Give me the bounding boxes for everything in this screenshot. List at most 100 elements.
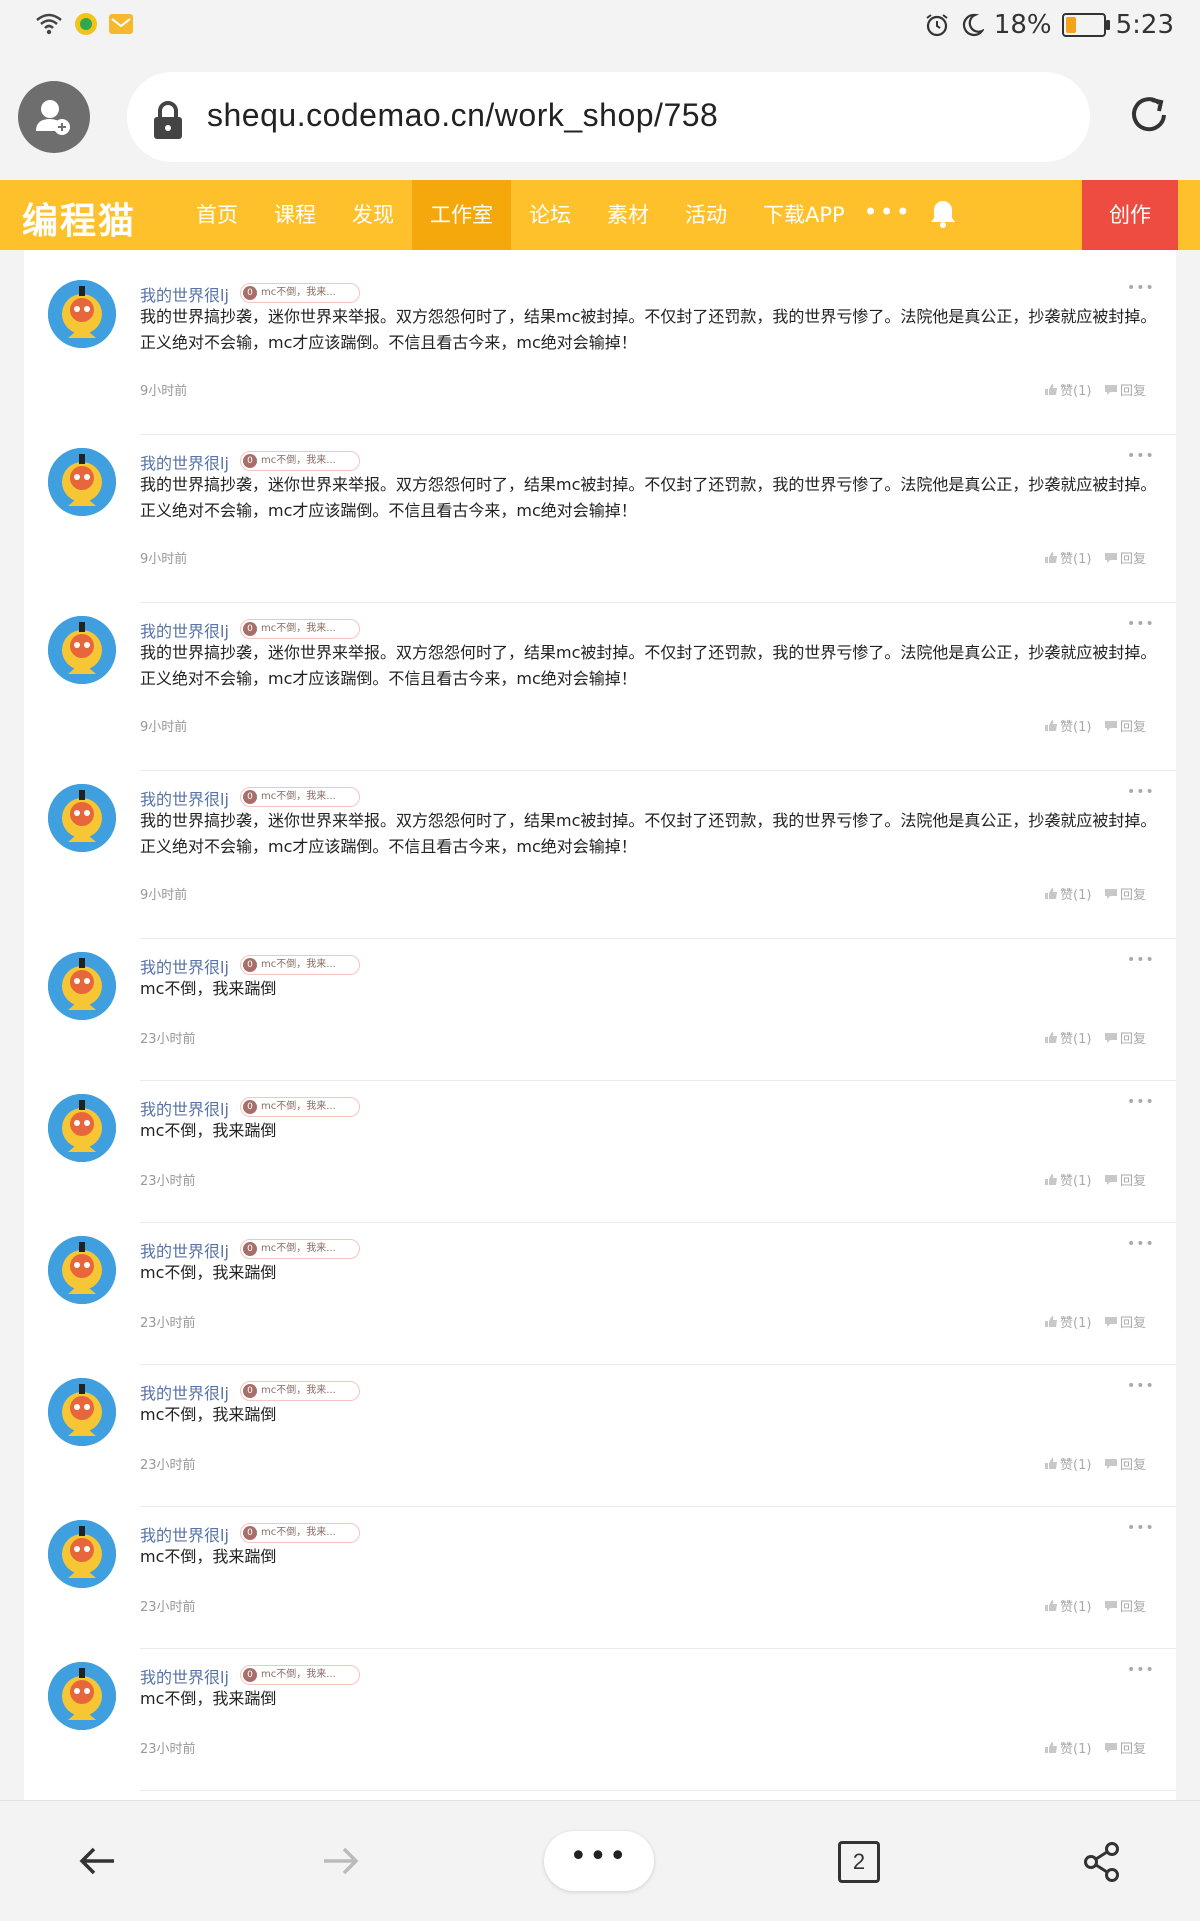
reply-button[interactable]: 回复: [1104, 380, 1146, 399]
battery-icon: [1061, 13, 1110, 37]
comment-username[interactable]: 我的世界很lj: [140, 1238, 229, 1262]
reply-button[interactable]: 回复: [1104, 716, 1146, 735]
address-bar[interactable]: shequ.codemao.cn/work_shop/758: [127, 72, 1090, 162]
nav-item-discover[interactable]: 发现: [334, 180, 412, 250]
avatar[interactable]: [48, 784, 116, 852]
comment-text: 我的世界搞抄袭，迷你世界来举报。双方怨怨何时了，结果mc被封掉。不仅封了还罚款，…: [140, 475, 1157, 520]
comment-username[interactable]: 我的世界很lj: [140, 618, 229, 642]
reply-icon: [1105, 384, 1117, 395]
reload-icon[interactable]: [1126, 92, 1172, 138]
reply-button[interactable]: 回复: [1104, 1454, 1146, 1473]
comment-username[interactable]: 我的世界很lj: [140, 1522, 229, 1546]
like-button[interactable]: 赞(1): [1044, 1312, 1091, 1331]
comment-list: 我的世界很lj 0 mc不倒，我来... ••• 我的世界搞抄袭，迷你世界来举报。双方怨…: [24, 250, 1176, 1800]
comment-divider: [140, 1364, 1176, 1365]
like-button[interactable]: 赞(1): [1044, 1028, 1091, 1047]
comment-username[interactable]: 我的世界很lj: [140, 1664, 229, 1688]
create-button[interactable]: 创作: [1082, 180, 1178, 250]
comment-more-icon[interactable]: •••: [1127, 1520, 1155, 1536]
like-button[interactable]: 赞(1): [1044, 884, 1091, 903]
comment-more-icon[interactable]: •••: [1127, 280, 1155, 296]
comment-more-icon[interactable]: •••: [1127, 1094, 1155, 1110]
avatar[interactable]: [48, 280, 116, 348]
app-icon: [75, 13, 97, 35]
comment-more-icon[interactable]: •••: [1127, 952, 1155, 968]
comment-more-icon[interactable]: •••: [1127, 616, 1155, 632]
avatar[interactable]: [48, 1378, 116, 1446]
like-button[interactable]: 赞(1): [1044, 380, 1091, 399]
reply-label: 回复: [1120, 720, 1147, 735]
user-badge: 0 mc不倒，我来...: [240, 787, 360, 807]
like-button[interactable]: 赞(1): [1044, 548, 1091, 567]
comment-username[interactable]: 我的世界很lj: [140, 1380, 229, 1404]
reply-button[interactable]: 回复: [1104, 1312, 1146, 1331]
reply-button[interactable]: 回复: [1104, 1028, 1146, 1047]
comment-username[interactable]: 我的世界很lj: [140, 786, 229, 810]
avatar[interactable]: [48, 952, 116, 1020]
comment-username[interactable]: 我的世界很lj: [140, 450, 229, 474]
like-count: 赞(1): [1060, 1174, 1092, 1189]
reply-button[interactable]: 回复: [1104, 1170, 1146, 1189]
comment-more-icon[interactable]: •••: [1127, 784, 1155, 800]
back-icon[interactable]: [78, 1845, 118, 1877]
nav-item-events[interactable]: 活动: [667, 180, 745, 250]
comment-divider: [140, 1506, 1176, 1507]
nav-item-download-app[interactable]: 下载APP: [745, 180, 863, 250]
comment-more-icon[interactable]: •••: [1127, 1236, 1155, 1252]
reply-button[interactable]: 回复: [1104, 884, 1146, 903]
profile-button[interactable]: [18, 81, 90, 153]
avatar[interactable]: [48, 1094, 116, 1162]
comment-more-icon[interactable]: •••: [1127, 448, 1155, 464]
nav-item-courses[interactable]: 课程: [256, 180, 334, 250]
badge-text: mc不倒，我来...: [261, 959, 336, 970]
reply-button[interactable]: 回复: [1104, 548, 1146, 567]
badge-level: 0: [243, 958, 257, 972]
avatar[interactable]: [48, 1236, 116, 1304]
avatar[interactable]: [48, 1520, 116, 1588]
comment-item: 我的世界很lj 0 mc不倒，我来... ••• mc不倒，我来踹倒 23小时前 赞(1) 回…: [24, 1662, 1176, 1800]
like-button[interactable]: 赞(1): [1044, 1170, 1091, 1189]
badge-text: mc不倒，我来...: [261, 791, 336, 802]
reply-icon: [1105, 720, 1117, 731]
thumb-up-icon: [1045, 1458, 1057, 1469]
reply-button[interactable]: 回复: [1104, 1596, 1146, 1615]
nav-item-materials[interactable]: 素材: [589, 180, 667, 250]
comment-more-icon[interactable]: •••: [1127, 1378, 1155, 1394]
comment-text: 我的世界搞抄袭，迷你世界来举报。双方怨怨何时了，结果mc被封掉。不仅封了还罚款，…: [140, 643, 1157, 688]
like-button[interactable]: 赞(1): [1044, 716, 1091, 735]
avatar[interactable]: [48, 616, 116, 684]
comment-time: 23小时前: [140, 1458, 196, 1473]
user-badge: 0 mc不倒，我来...: [240, 1665, 360, 1685]
badge-text: mc不倒，我来...: [261, 455, 336, 466]
comment-time: 9小时前: [140, 720, 188, 735]
reply-button[interactable]: 回复: [1104, 1738, 1146, 1757]
comment-username[interactable]: 我的世界很lj: [140, 1096, 229, 1120]
like-button[interactable]: 赞(1): [1044, 1738, 1091, 1757]
nav-item-forum[interactable]: 论坛: [511, 180, 589, 250]
avatar[interactable]: [48, 1662, 116, 1730]
bell-icon[interactable]: [928, 198, 958, 230]
like-button[interactable]: 赞(1): [1044, 1454, 1091, 1473]
avatar[interactable]: [48, 448, 116, 516]
thumb-up-icon: [1045, 888, 1057, 899]
comment-username[interactable]: 我的世界很lj: [140, 282, 229, 306]
user-badge: 0 mc不倒，我来...: [240, 1523, 360, 1543]
more-icon[interactable]: •••: [863, 180, 913, 250]
share-icon[interactable]: [1082, 1841, 1122, 1883]
like-count: 赞(1): [1060, 552, 1092, 567]
comment-divider: [140, 1790, 1176, 1791]
alarm-icon: [926, 14, 948, 37]
comment-more-icon[interactable]: •••: [1127, 1662, 1155, 1678]
nav-item-workshop[interactable]: 工作室: [412, 180, 511, 250]
user-badge: 0 mc不倒，我来...: [240, 619, 360, 639]
thumb-up-icon: [1045, 720, 1057, 731]
comment-username[interactable]: 我的世界很lj: [140, 954, 229, 978]
nav-item-home[interactable]: 首页: [178, 180, 256, 250]
forward-icon[interactable]: [320, 1845, 360, 1877]
badge-level: 0: [243, 1668, 257, 1682]
browser-menu-button[interactable]: •••: [544, 1831, 654, 1891]
site-logo[interactable]: 编程猫: [22, 192, 136, 244]
like-button[interactable]: 赞(1): [1044, 1596, 1091, 1615]
tabs-button[interactable]: 2: [838, 1841, 880, 1883]
user-badge: 0 mc不倒，我来...: [240, 1381, 360, 1401]
